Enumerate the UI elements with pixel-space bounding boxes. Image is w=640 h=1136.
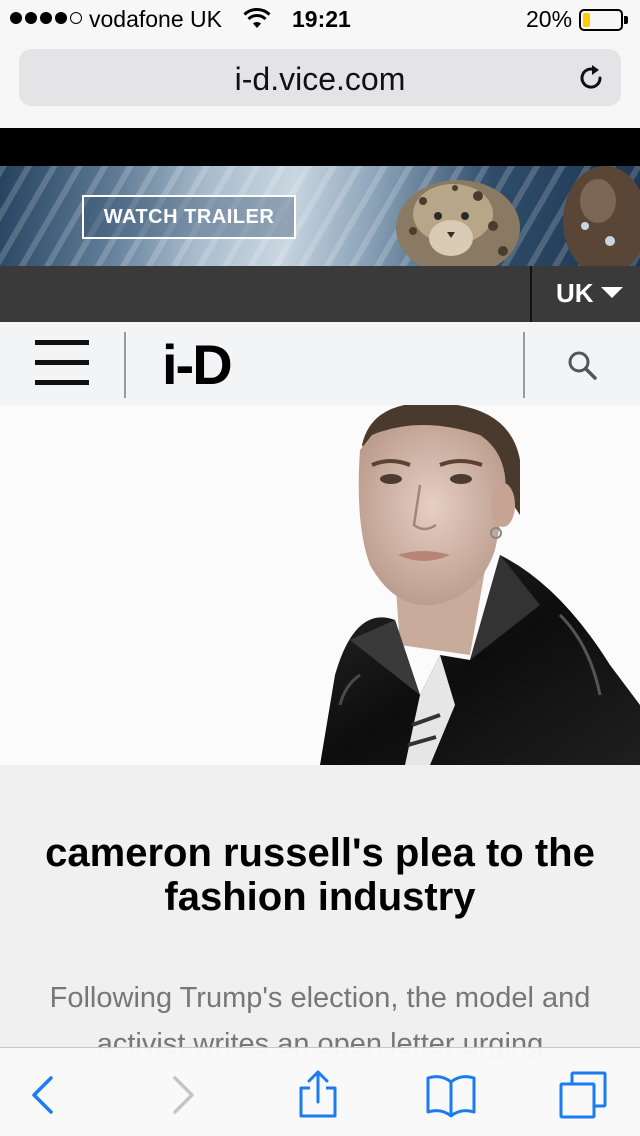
hero-image[interactable]	[0, 405, 640, 765]
battery-level-fill	[583, 13, 590, 27]
battery-tip	[624, 16, 628, 24]
browser-toolbar	[0, 1047, 640, 1136]
site-header: i-D	[0, 322, 640, 405]
top-ad-strip	[0, 128, 640, 166]
tabs-icon[interactable]	[558, 1070, 608, 1120]
carrier-name: vodafone UK	[89, 6, 222, 32]
site-logo[interactable]: i-D	[162, 332, 233, 397]
share-icon[interactable]	[293, 1070, 343, 1120]
region-selector[interactable]: UK	[556, 278, 594, 309]
second-animal-image	[563, 166, 640, 266]
battery-percentage: 20%	[526, 6, 573, 32]
forward-icon	[173, 1076, 194, 1114]
snow-leopard-image	[396, 180, 520, 266]
search-icon[interactable]	[566, 349, 598, 381]
chevron-down-icon[interactable]	[601, 287, 623, 298]
battery-icon	[579, 9, 623, 31]
article-headline[interactable]: cameron russell's plea to the fashion in…	[40, 831, 600, 919]
article-teaser[interactable]: cameron russell's plea to the fashion in…	[0, 765, 640, 1060]
status-bar: vodafone UK 19:21 20%	[0, 0, 640, 40]
header-divider-left	[124, 332, 126, 398]
menu-icon[interactable]	[35, 338, 89, 388]
region-divider	[530, 266, 532, 322]
wifi-icon	[243, 7, 271, 28]
back-icon[interactable]	[18, 1070, 68, 1120]
reload-icon[interactable]	[575, 62, 607, 94]
watch-trailer-button[interactable]: WATCH TRAILER	[82, 195, 296, 239]
ad-banner[interactable]: WATCH TRAILER	[0, 166, 640, 266]
url-text[interactable]: i-d.vice.com	[19, 61, 621, 98]
region-bar: UK	[0, 266, 640, 322]
address-bar[interactable]: i-d.vice.com	[19, 49, 621, 106]
portrait-photo	[0, 405, 640, 765]
clock: 19:21	[292, 6, 351, 32]
signal-strength-icon	[10, 12, 82, 24]
header-divider-right	[523, 332, 525, 398]
bookmarks-icon[interactable]	[426, 1070, 476, 1120]
